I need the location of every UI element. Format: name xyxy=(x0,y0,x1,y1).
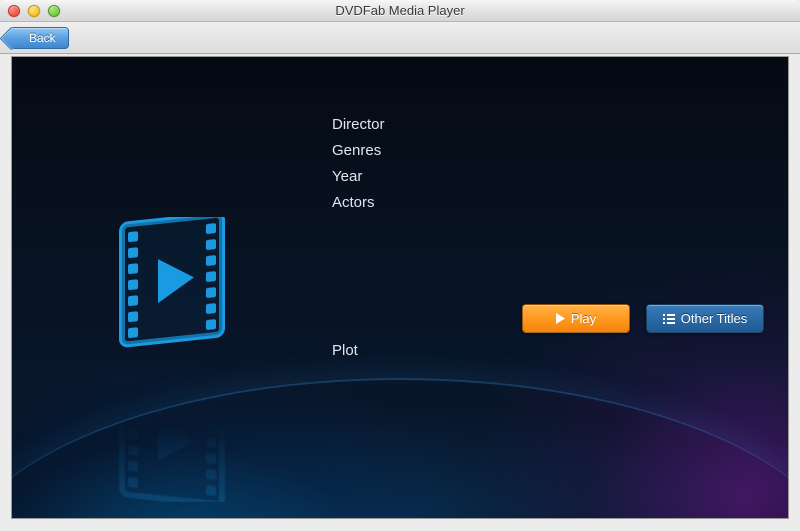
other-titles-button-label: Other Titles xyxy=(681,311,747,326)
traffic-lights xyxy=(0,5,60,17)
window-titlebar: DVDFab Media Player xyxy=(0,0,800,22)
play-triangle-icon xyxy=(556,313,565,324)
film-play-icon xyxy=(102,217,242,362)
main-content: Director Genres Year Actors Plot Play Ot… xyxy=(11,56,789,519)
toolbar: Back xyxy=(0,22,800,54)
metadata-list: Director Genres Year Actors xyxy=(332,112,385,216)
meta-genres-label: Genres xyxy=(332,138,385,164)
meta-year-label: Year xyxy=(332,164,385,190)
action-bar: Play Other Titles xyxy=(522,304,764,333)
meta-director-label: Director xyxy=(332,112,385,138)
window-title: DVDFab Media Player xyxy=(0,3,800,18)
meta-actors-label: Actors xyxy=(332,190,385,216)
back-button[interactable]: Back xyxy=(10,27,69,49)
list-icon xyxy=(663,314,675,324)
minimize-window-button[interactable] xyxy=(28,5,40,17)
zoom-window-button[interactable] xyxy=(48,5,60,17)
play-button[interactable]: Play xyxy=(522,304,630,333)
other-titles-button[interactable]: Other Titles xyxy=(646,304,764,333)
play-button-label: Play xyxy=(571,311,596,326)
film-play-icon-reflection xyxy=(102,357,242,502)
close-window-button[interactable] xyxy=(8,5,20,17)
back-button-label: Back xyxy=(29,31,56,45)
meta-plot-label: Plot xyxy=(332,342,358,359)
